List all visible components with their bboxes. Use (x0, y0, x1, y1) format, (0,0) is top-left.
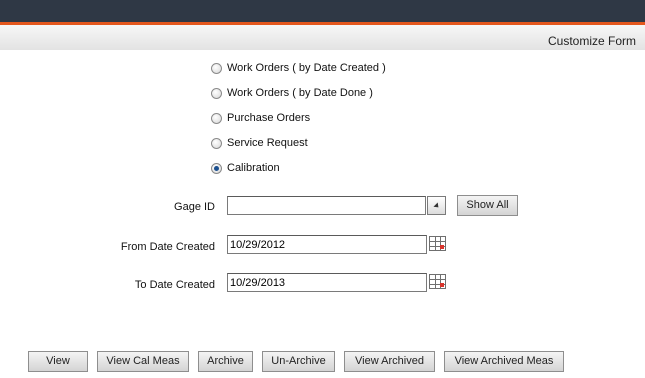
radio-purchase-orders[interactable]: Purchase Orders (211, 111, 310, 125)
radio-label: Service Request (227, 137, 308, 149)
radio-calibration[interactable]: Calibration (211, 161, 280, 175)
calendar-icon[interactable] (429, 236, 446, 251)
to-date-label: To Date Created (134, 279, 215, 291)
from-date-input[interactable] (227, 235, 427, 254)
to-date-input[interactable] (227, 273, 427, 292)
archive-button[interactable]: Archive (198, 351, 253, 372)
top-bar (0, 0, 645, 22)
radio-button[interactable] (211, 112, 222, 124)
view-button[interactable]: View (28, 351, 88, 372)
radio-button[interactable] (211, 62, 222, 74)
gage-id-dropdown-button[interactable] (427, 196, 446, 215)
view-archived-meas-button[interactable]: View Archived Meas (444, 351, 564, 372)
radio-button[interactable] (211, 87, 222, 99)
un-archive-button[interactable]: Un-Archive (262, 351, 335, 372)
gage-id-input[interactable] (227, 196, 426, 215)
radio-label: Work Orders ( by Date Done ) (227, 87, 373, 99)
from-date-label: From Date Created (120, 241, 215, 253)
radio-work-orders-date-done[interactable]: Work Orders ( by Date Done ) (211, 86, 373, 100)
radio-label: Purchase Orders (227, 112, 311, 124)
radio-label: Calibration (227, 162, 280, 174)
radio-work-orders-date-created[interactable]: Work Orders ( by Date Created ) (211, 61, 386, 75)
radio-label: Work Orders ( by Date Created ) (227, 62, 386, 74)
radio-service-request[interactable]: Service Request (211, 136, 308, 150)
view-archived-button[interactable]: View Archived (344, 351, 435, 372)
customize-form-link[interactable]: Customize Form (548, 34, 636, 48)
view-cal-meas-button[interactable]: View Cal Meas (97, 351, 189, 372)
radio-button[interactable] (211, 137, 222, 149)
gage-id-label: Gage ID (174, 201, 215, 213)
sub-header: Customize Form (0, 25, 645, 50)
show-all-button[interactable]: Show All (457, 195, 518, 216)
calendar-icon[interactable] (429, 274, 446, 289)
radio-button-selected[interactable] (211, 162, 222, 174)
